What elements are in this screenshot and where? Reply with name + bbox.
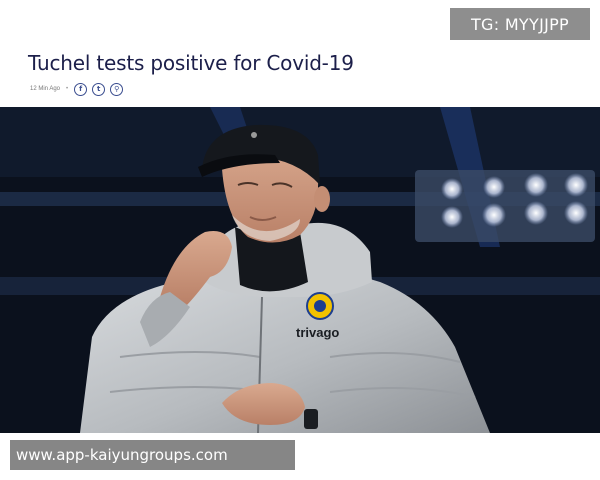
ear: [314, 186, 330, 212]
article-meta: 12 Min Ago • f t ⚲: [30, 81, 124, 97]
wristwatch: [304, 409, 318, 429]
twitter-glyph: t: [96, 85, 101, 93]
article-hero-photo: trivago: [0, 107, 600, 433]
facebook-glyph: f: [79, 85, 83, 93]
cap-logo: [251, 132, 257, 138]
floodlight-lamp: [483, 176, 505, 198]
floodlight-lamp: [482, 203, 506, 227]
floodlight-lamp: [564, 173, 588, 197]
floodlight-lamp: [564, 201, 588, 225]
floodlight-lamp: [524, 173, 548, 197]
hero-illustration: [0, 107, 600, 433]
jacket-sponsor-text: trivago: [296, 325, 340, 340]
floodlight-lamp: [441, 206, 463, 228]
facebook-icon[interactable]: f: [74, 82, 88, 96]
url-watermark: www.app-kaiyungroups.com: [10, 440, 295, 470]
link-icon[interactable]: ⚲: [110, 82, 124, 96]
floodlight-lamp: [441, 178, 463, 200]
club-crest-center: [314, 300, 326, 312]
floodlight-lamp: [524, 201, 548, 225]
publish-time: 12 Min Ago: [30, 86, 61, 92]
link-glyph: ⚲: [114, 85, 120, 93]
article-headline: Tuchel tests positive for Covid-19: [28, 51, 354, 75]
meta-separator: •: [66, 86, 69, 92]
tg-watermark: TG: MYYJJPP: [450, 8, 590, 40]
twitter-icon[interactable]: t: [92, 82, 106, 96]
